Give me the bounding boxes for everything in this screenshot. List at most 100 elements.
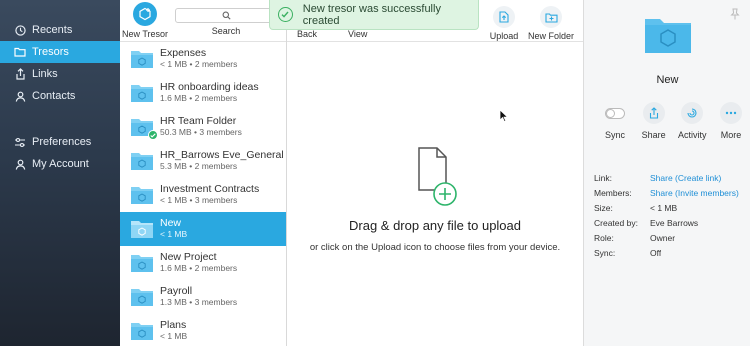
- prop-members: Members: Share (Invite members): [594, 185, 748, 200]
- check-circle-icon: [278, 7, 293, 22]
- prop-link: Link: Share (Create link): [594, 170, 748, 185]
- action-label: Share: [641, 130, 666, 140]
- toast-message: New tresor was successfully created: [302, 2, 441, 27]
- tresor-name: Expenses: [160, 47, 207, 59]
- search-input[interactable]: [175, 8, 277, 23]
- upload-button[interactable]: Upload: [477, 6, 531, 41]
- search-button[interactable]: Search: [175, 8, 277, 36]
- tresor-text: HR Team Folder 50.3 MB • 3 members: [160, 116, 242, 138]
- tresor-name: New: [160, 217, 182, 229]
- sidebar-item-label: Tresors: [32, 46, 69, 58]
- sidebar-item-my-account[interactable]: My Account: [0, 153, 120, 175]
- tresor-list-item[interactable]: HR onboarding ideas 1.6 MB • 2 members: [120, 76, 286, 110]
- tresor-list-header: New Tresor Search: [120, 0, 286, 42]
- action-label: More: [720, 130, 742, 140]
- tresor-list-item[interactable]: HR Team Folder 50.3 MB • 3 members: [120, 110, 286, 144]
- dropzone-subtitle: or click on the Upload icon to choose fi…: [309, 242, 561, 253]
- tresor-text: New < 1 MB: [160, 218, 187, 240]
- create-link-link[interactable]: Share (Create link): [650, 173, 721, 183]
- upload-label: Upload: [489, 31, 519, 41]
- tresor-list-item[interactable]: New < 1 MB: [120, 212, 286, 246]
- folder-icon: [130, 83, 154, 103]
- share-icon: [642, 102, 665, 124]
- tresor-list-item[interactable]: Payroll 1.3 MB • 3 members: [120, 280, 286, 314]
- new-folder-button[interactable]: New Folder: [524, 6, 578, 41]
- tresor-text: Investment Contracts < 1 MB • 3 members: [160, 184, 259, 206]
- sync-toggle[interactable]: Sync: [598, 102, 632, 140]
- sidebar-item-label: Links: [32, 68, 58, 80]
- new-tresor-icon: [133, 2, 157, 26]
- prop-key: Role:: [594, 232, 614, 243]
- action-label: Sync: [604, 130, 625, 140]
- search-label: Search: [211, 26, 241, 36]
- folder-icon: [130, 321, 154, 341]
- main-content: Back View Upload New Folder Drag & drop …: [287, 0, 583, 346]
- folder-icon: [130, 49, 154, 69]
- sidebar-item-label: Contacts: [32, 90, 76, 102]
- tresor-meta: < 1 MB • 2 members: [160, 59, 238, 69]
- dropzone-title: Drag & drop any file to upload: [349, 218, 521, 233]
- prop-value: Off: [650, 247, 662, 258]
- share-button[interactable]: Share: [637, 102, 671, 140]
- more-icon: [719, 102, 742, 124]
- tresor-list-item[interactable]: Expenses < 1 MB • 2 members: [120, 42, 286, 76]
- folder-icon: [14, 46, 26, 58]
- tresor-meta: < 1 MB: [160, 331, 188, 341]
- folder-icon: [130, 151, 154, 171]
- tresor-name: Payroll: [160, 285, 193, 297]
- tresor-name: HR onboarding ideas: [160, 81, 259, 93]
- new-folder-icon: [540, 6, 562, 28]
- sidebar-item-tresors[interactable]: Tresors: [0, 41, 120, 63]
- tresor-name: New: [656, 74, 679, 86]
- sidebar-item-contacts[interactable]: Contacts: [0, 85, 120, 107]
- sidebar-item-links[interactable]: Links: [0, 63, 120, 85]
- clock-icon: [14, 24, 26, 36]
- tresor-name: HR_Barrows Eve_General: [160, 149, 284, 161]
- tresor-text: HR onboarding ideas 1.6 MB • 2 members: [160, 82, 259, 104]
- prop-role: Role: Owner: [594, 230, 748, 245]
- sidebar-item-preferences[interactable]: Preferences: [0, 131, 120, 153]
- more-button[interactable]: More: [714, 102, 748, 140]
- sidebar-item-label: Recents: [32, 24, 73, 36]
- tresor-text: HR_Barrows Eve_General 5.3 MB • 2 members: [160, 150, 284, 172]
- tresor-name: Investment Contracts: [160, 183, 260, 195]
- invite-members-link[interactable]: Share (Invite members): [650, 188, 739, 198]
- prop-value: Eve Barrows: [650, 217, 699, 228]
- upload-dropzone[interactable]: Drag & drop any file to upload or click …: [287, 140, 583, 253]
- sidebar: Recents Tresors Links Contacts Preferenc…: [0, 0, 120, 346]
- activity-button[interactable]: Activity: [675, 102, 709, 140]
- nav-main: Recents Tresors Links Contacts: [0, 19, 120, 107]
- back-button[interactable]: Back: [297, 29, 317, 39]
- prop-value: < 1 MB: [650, 202, 678, 213]
- new-tresor-button[interactable]: New Tresor: [120, 2, 170, 39]
- folder-icon: [130, 185, 154, 205]
- prop-sync: Sync: Off: [594, 245, 748, 260]
- tresor-name: HR Team Folder: [160, 115, 237, 127]
- sidebar-item-recents[interactable]: Recents: [0, 19, 120, 41]
- tresor-list-item[interactable]: Investment Contracts < 1 MB • 3 members: [120, 178, 286, 212]
- tresor-list-item[interactable]: New Project 1.6 MB • 2 members: [120, 246, 286, 280]
- activity-icon: [681, 102, 704, 124]
- view-button[interactable]: View: [348, 29, 367, 39]
- tresor-list-item[interactable]: HR_Barrows Eve_General 5.3 MB • 2 members: [120, 144, 286, 178]
- folder-icon: [130, 287, 154, 307]
- new-folder-label: New Folder: [527, 31, 574, 41]
- tresor-name: Plans: [160, 319, 187, 331]
- tresor-meta: < 1 MB • 3 members: [160, 195, 238, 205]
- file-upload-icon: [405, 140, 465, 208]
- tresor-text: Expenses < 1 MB • 2 members: [160, 48, 237, 70]
- tresor-meta: 5.3 MB • 2 members: [160, 161, 238, 171]
- tresor-folder-icon: [644, 16, 692, 57]
- person-icon: [14, 158, 26, 170]
- nav-settings: Preferences My Account: [0, 131, 120, 175]
- folder-icon: [130, 117, 158, 140]
- tresor-list-item[interactable]: Plans < 1 MB: [120, 314, 286, 346]
- prop-key: Members:: [594, 187, 632, 198]
- mouse-cursor-icon: [499, 109, 508, 123]
- folder-icon: [130, 253, 154, 273]
- tresor-meta: 1.6 MB • 2 members: [160, 263, 238, 273]
- sidebar-item-label: Preferences: [32, 136, 92, 148]
- prop-key: Size:: [594, 202, 613, 213]
- prop-key: Created by:: [594, 217, 638, 228]
- pin-icon[interactable]: [730, 8, 740, 23]
